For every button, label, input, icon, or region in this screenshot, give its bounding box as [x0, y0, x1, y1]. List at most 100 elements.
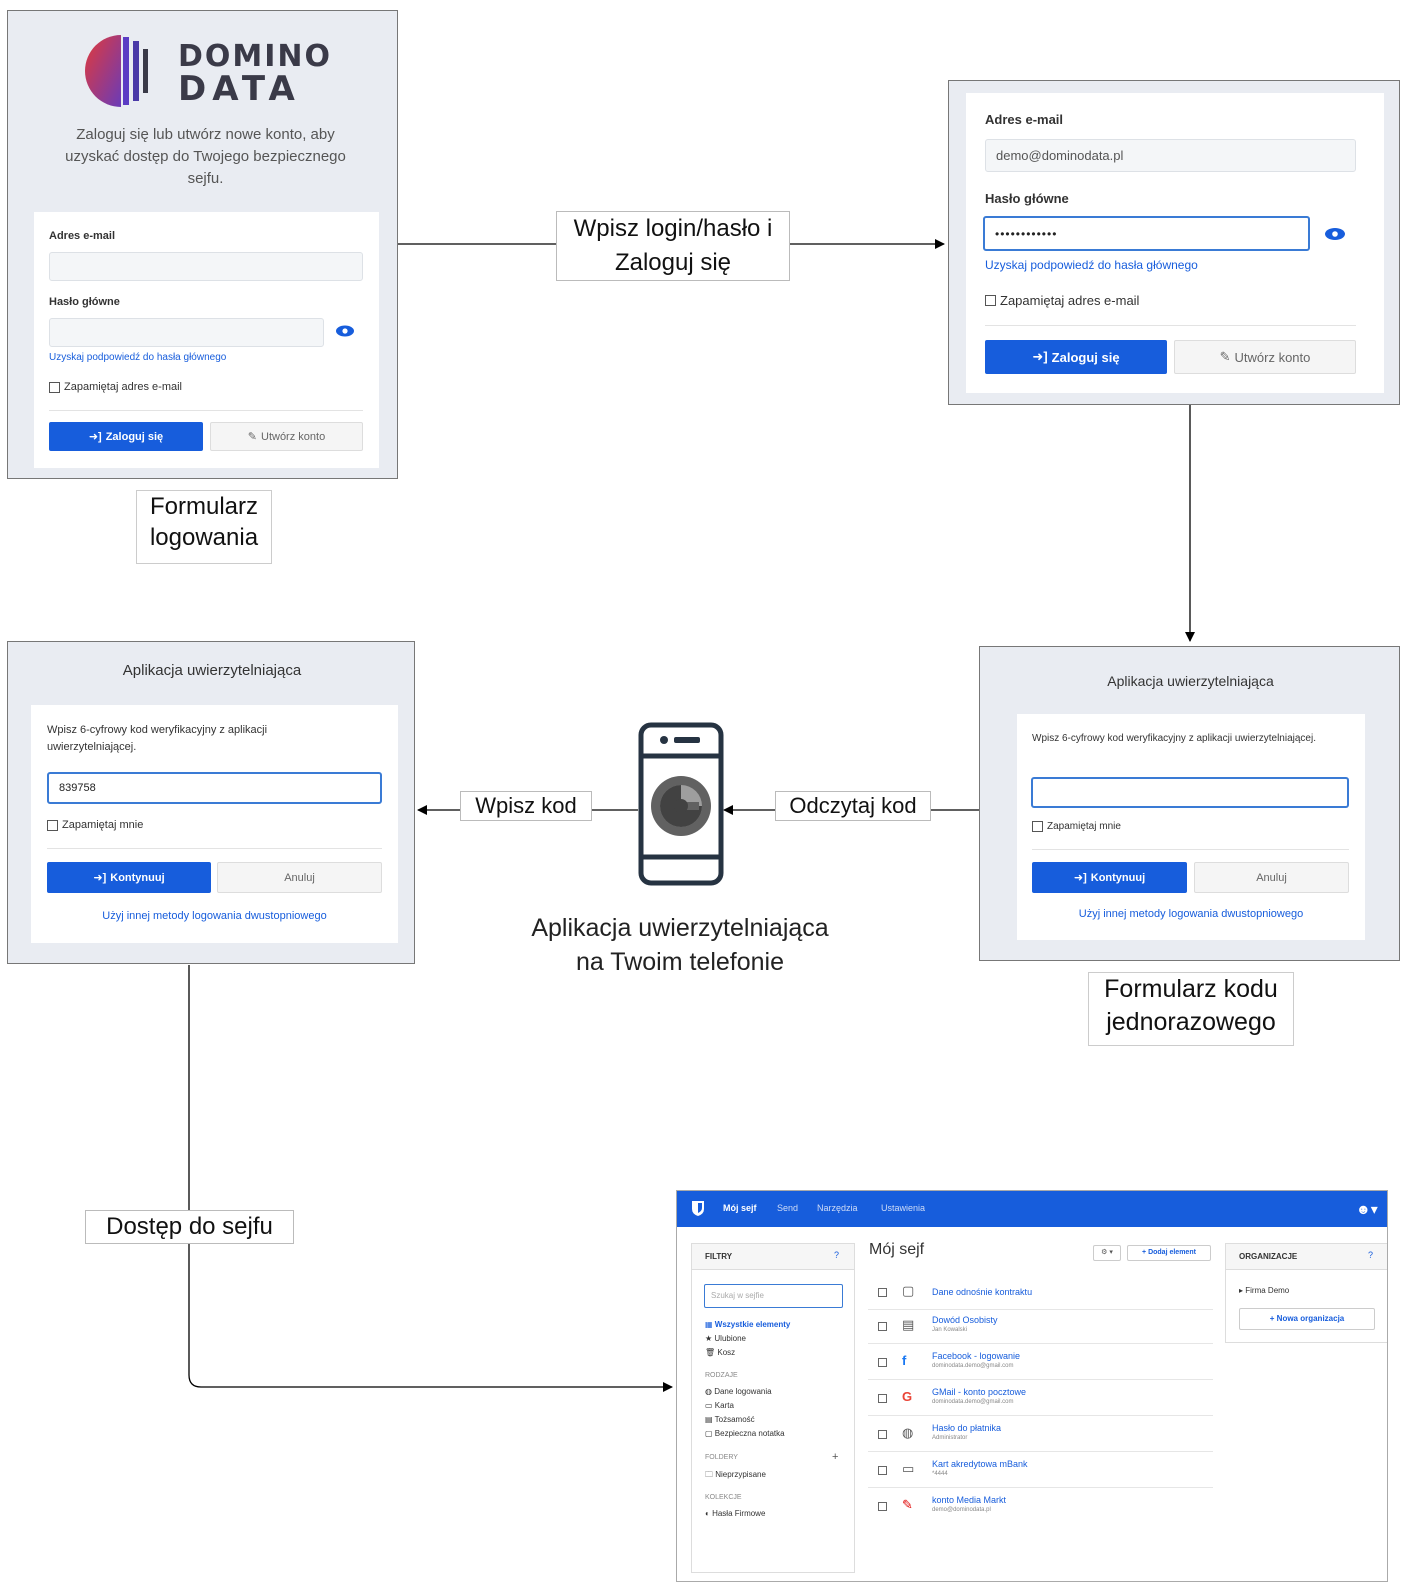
- filter-favorites[interactable]: ★ Ulubione: [705, 1334, 746, 1343]
- otp-filled-title: Aplikacja uwierzytelniająca: [122, 662, 302, 679]
- divider: [1032, 849, 1349, 850]
- org-help-icon[interactable]: ?: [1368, 1250, 1373, 1260]
- checkbox-box[interactable]: [47, 819, 58, 831]
- otp-empty-remember-checkbox[interactable]: Zapamiętaj mnie: [1032, 821, 1121, 832]
- shield-logo-icon[interactable]: [691, 1200, 705, 1222]
- filter-trash[interactable]: 🗑 Kosz: [705, 1348, 735, 1357]
- vault-item-name[interactable]: Dowód Osobisty: [932, 1315, 998, 1325]
- row-checkbox[interactable]: [878, 1430, 887, 1439]
- new-organization-button[interactable]: + Nowa organizacja: [1239, 1308, 1375, 1330]
- vault-item-row[interactable]: f Facebook - logowanie dominodata.demo@g…: [868, 1348, 1213, 1380]
- trash-icon: 🗑: [705, 1348, 718, 1357]
- type-login[interactable]: ◍ Dane logowania: [705, 1387, 772, 1396]
- vault-item-row[interactable]: ▭ Kart akredytowa mBank *4444: [868, 1456, 1213, 1488]
- type-secure-note[interactable]: ▢ Bezpieczna notatka: [705, 1429, 785, 1438]
- otp-filled-continue-button[interactable]: ➜] Kontynuuj: [47, 862, 211, 893]
- card-icon: ▭: [902, 1461, 915, 1476]
- folder-icon: 🗀: [705, 1470, 716, 1479]
- nav-settings[interactable]: Ustawienia: [881, 1203, 925, 1213]
- password-field[interactable]: [49, 318, 324, 347]
- help-icon[interactable]: ?: [834, 1250, 839, 1260]
- otp-filled-screenshot: Aplikacja uwierzytelniająca Wpisz 6-cyfr…: [7, 641, 415, 964]
- filters-title: FILTRY: [705, 1252, 733, 1261]
- eye-icon[interactable]: [335, 323, 355, 344]
- otp-empty-other-method-link[interactable]: Użyj innej metody logowania dwustopniowe…: [1017, 908, 1365, 920]
- login-card: Adres e-mail Hasło główne Uzyskaj podpow…: [34, 212, 379, 468]
- otp-filled-remember-checkbox[interactable]: Zapamiętaj mnie: [47, 819, 143, 831]
- org-title: ORGANIZACJE: [1239, 1252, 1298, 1261]
- vault-item-row[interactable]: ✎ konto Media Markt demo@dominodata.pl: [868, 1492, 1213, 1524]
- nav-send[interactable]: Send: [777, 1203, 798, 1213]
- row-checkbox[interactable]: [878, 1288, 887, 1297]
- filled-password-field[interactable]: ••••••••••••: [983, 216, 1310, 251]
- checkbox-box[interactable]: [49, 381, 60, 393]
- vault-item-name[interactable]: Dane odnośnie kontraktu: [932, 1287, 1032, 1297]
- vault-item-row[interactable]: ◍ Hasło do płatnika Administrator: [868, 1420, 1213, 1452]
- filled-remember-checkbox[interactable]: Zapamiętaj adres e-mail: [985, 293, 1139, 308]
- row-checkbox[interactable]: [878, 1502, 887, 1511]
- org-item-firma-demo[interactable]: ▸ Firma Demo: [1239, 1286, 1289, 1295]
- add-item-button[interactable]: + Dodaj element: [1127, 1245, 1211, 1261]
- row-checkbox[interactable]: [878, 1322, 887, 1331]
- filled-email-field[interactable]: demo@dominodata.pl: [985, 139, 1356, 172]
- vault-item-name[interactable]: Kart akredytowa mBank: [932, 1459, 1028, 1469]
- vault-item-name[interactable]: Facebook - logowanie: [932, 1351, 1020, 1361]
- filled-hint-link[interactable]: Uzyskaj podpowiedź do hasła głównego: [985, 258, 1198, 272]
- edit-icon: ✎: [247, 431, 257, 443]
- settings-dropdown[interactable]: ⚙ ▾: [1093, 1245, 1121, 1261]
- otp-empty-title: Aplikacja uwierzytelniająca: [1107, 673, 1274, 689]
- login-icon: ➜]: [1073, 872, 1087, 884]
- vault-item-name[interactable]: GMail - konto pocztowe: [932, 1387, 1026, 1397]
- collection-company-passwords[interactable]: ◐ Hasła Firmowe: [705, 1509, 765, 1518]
- login-button[interactable]: ➜] Zaloguj się: [49, 422, 203, 451]
- nav-my-vault[interactable]: Mój sejf: [723, 1203, 757, 1213]
- folder-unassigned-label: Nieprzypisane: [715, 1470, 766, 1479]
- checkbox-box[interactable]: [985, 295, 996, 306]
- filled-eye-icon[interactable]: [1324, 226, 1346, 247]
- filled-password-label: Hasło główne: [985, 191, 1069, 206]
- vault-item-name[interactable]: konto Media Markt: [932, 1495, 1006, 1505]
- caption-login-form: Formularz logowania: [136, 490, 272, 564]
- password-hint-link[interactable]: Uzyskaj podpowiedź do hasła głównego: [49, 352, 226, 363]
- otp-filled-other-method-link[interactable]: Użyj innej metody logowania dwustopniowe…: [31, 910, 398, 922]
- otp-filled-cancel-button[interactable]: Anuluj: [217, 862, 382, 893]
- collections-title: KOLEKCJE: [705, 1494, 742, 1501]
- folder-unassigned[interactable]: 🗀 Nieprzypisane: [705, 1469, 766, 1483]
- type-card[interactable]: ▭ Karta: [705, 1401, 734, 1410]
- type-identity[interactable]: ▤ Tożsamość: [705, 1415, 755, 1424]
- otp-empty-continue-button[interactable]: ➜] Kontynuuj: [1032, 862, 1187, 893]
- vault-search-input[interactable]: Szukaj w sejfie: [704, 1284, 843, 1308]
- account-icon[interactable]: ☻▾: [1356, 1201, 1378, 1218]
- filter-all-items[interactable]: ▦ Wszystkie elementy: [705, 1320, 790, 1329]
- remember-email-checkbox[interactable]: Zapamiętaj adres e-mail: [49, 381, 182, 393]
- otp-empty-screenshot: Aplikacja uwierzytelniająca Wpisz 6-cyfr…: [979, 646, 1400, 961]
- add-folder-icon[interactable]: +: [832, 1451, 838, 1463]
- filled-create-button[interactable]: ✎ Utwórz konto: [1174, 340, 1356, 374]
- checkbox-box[interactable]: [1032, 821, 1043, 832]
- domino-data-logo: [83, 31, 163, 116]
- otp-empty-code-field[interactable]: [1031, 777, 1349, 808]
- type-secure-note-label: Bezpieczna notatka: [714, 1429, 785, 1438]
- vault-item-row[interactable]: ▢ Dane odnośnie kontraktu: [868, 1278, 1213, 1310]
- create-account-button[interactable]: ✎ Utwórz konto: [210, 422, 363, 451]
- smartphone-icon: [638, 722, 724, 891]
- row-checkbox[interactable]: [878, 1358, 887, 1367]
- otp-empty-cancel-button[interactable]: Anuluj: [1194, 862, 1349, 893]
- filled-login-button[interactable]: ➜] Zaloguj się: [985, 340, 1167, 374]
- otp-empty-continue-label: Kontynuuj: [1090, 871, 1146, 884]
- vault-item-name[interactable]: Hasło do płatnika: [932, 1423, 1001, 1433]
- vault-item-row[interactable]: G GMail - konto pocztowe dominodata.demo…: [868, 1384, 1213, 1416]
- otp-filled-continue-label: Kontynuuj: [110, 871, 165, 884]
- vault-item-row[interactable]: ▤ Dowód Osobisty Jan Kowalski: [868, 1312, 1213, 1344]
- nav-tools[interactable]: Narzędzia: [817, 1203, 858, 1213]
- email-field[interactable]: [49, 252, 363, 281]
- login-icon: ➜]: [88, 431, 102, 443]
- row-checkbox[interactable]: [878, 1466, 887, 1475]
- row-checkbox[interactable]: [878, 1394, 887, 1403]
- org-header: ORGANIZACJE ?: [1226, 1244, 1387, 1270]
- otp-empty-cancel-label: Anuluj: [1256, 871, 1287, 884]
- note-icon: ▢: [902, 1283, 915, 1298]
- folders-title: FOLDERY: [705, 1454, 738, 1461]
- login-icon: ➜]: [93, 872, 107, 884]
- otp-filled-code-field[interactable]: 839758: [47, 772, 382, 804]
